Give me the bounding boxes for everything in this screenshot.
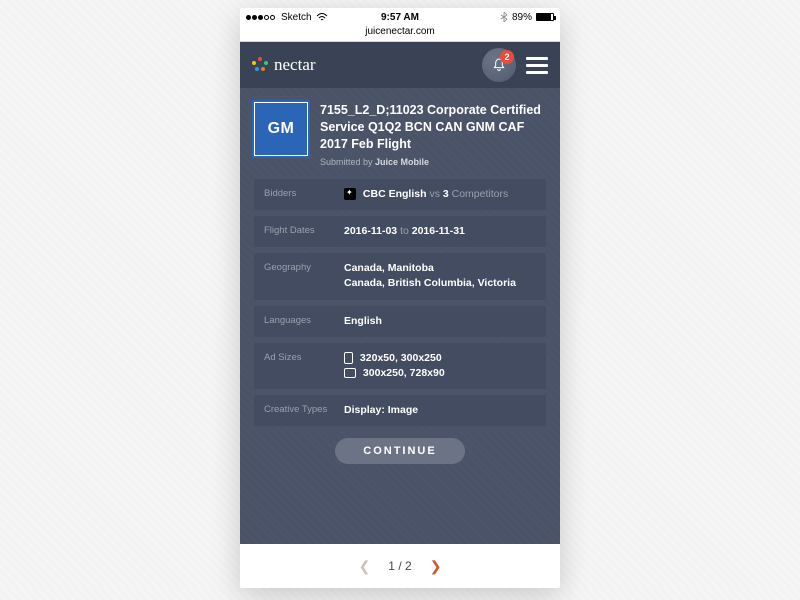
campaign-card: GM 7155_L2_D;11023 Corporate Certified S… [240, 88, 560, 544]
row-label: Languages [264, 314, 344, 326]
notification-badge: 2 [500, 50, 514, 64]
row-geography: Geography Canada, Manitoba Canada, Briti… [254, 253, 546, 299]
bidder-count: 3 [443, 188, 449, 200]
languages-value: English [344, 315, 382, 327]
bidder-suffix: Competitors [452, 188, 509, 200]
row-creative-types: Creative Types Display: Image [254, 395, 546, 426]
brand[interactable]: nectar [252, 55, 316, 75]
notifications-button[interactable]: 2 [482, 48, 516, 82]
bidder-name: CBC English [363, 188, 427, 200]
row-label: Geography [264, 261, 344, 273]
row-value: English [344, 314, 536, 329]
detail-rows: Bidders CBC English vs 3 Competitors Fli… [254, 179, 546, 427]
device-frame: Sketch 9:57 AM 89% juicenectar.com necta… [240, 8, 560, 588]
geo-line2: Canada, British Columbia, Victoria [344, 277, 516, 289]
row-label: Creative Types [264, 403, 344, 415]
card-header: GM 7155_L2_D;11023 Corporate Certified S… [254, 102, 546, 167]
date-mid: to [400, 225, 409, 237]
statusbar-time: 9:57 AM [240, 12, 560, 23]
pager-sep: / [398, 559, 401, 573]
row-value: 2016-11-03 to 2016-11-31 [344, 224, 536, 239]
bidder-icon [344, 188, 356, 200]
title-block: 7155_L2_D;11023 Corporate Certified Serv… [320, 102, 546, 167]
row-value: 320x50, 300x250 300x250, 728x90 [344, 351, 536, 381]
row-value: Canada, Manitoba Canada, British Columbi… [344, 261, 536, 291]
submitted-author: Juice Mobile [375, 157, 429, 167]
bidder-vs: vs [429, 188, 440, 200]
geo-line1: Canada, Manitoba [344, 262, 434, 274]
brand-name: nectar [274, 55, 316, 75]
url-bar: juicenectar.com [240, 26, 560, 42]
ios-status-bar: Sketch 9:57 AM 89% [240, 8, 560, 26]
row-ad-sizes: Ad Sizes 320x50, 300x250 300x250, 728x90 [254, 343, 546, 389]
pager: ❮ 1 / 2 ❯ [240, 544, 560, 588]
pager-current: 1 [388, 559, 395, 573]
advertiser-logo: GM [254, 102, 308, 156]
row-value: Display: Image [344, 403, 536, 418]
row-value: CBC English vs 3 Competitors [344, 187, 536, 202]
submitted-prefix: Submitted by [320, 157, 373, 167]
submitted-by: Submitted by Juice Mobile [320, 157, 546, 167]
tablet-icon [344, 368, 356, 378]
menu-button[interactable] [526, 53, 548, 78]
row-label: Ad Sizes [264, 351, 344, 363]
pager-next[interactable]: ❯ [430, 558, 442, 575]
creative-value: Display: Image [344, 404, 418, 416]
pager-prev[interactable]: ❮ [359, 558, 371, 575]
pager-status: 1 / 2 [388, 559, 411, 573]
app-bar: nectar 2 [240, 42, 560, 88]
battery-icon [536, 13, 554, 21]
adsizes-line2: 300x250, 728x90 [363, 367, 445, 379]
brand-logo-icon [252, 57, 268, 73]
row-bidders: Bidders CBC English vs 3 Competitors [254, 179, 546, 210]
adsizes-line1: 320x50, 300x250 [360, 352, 442, 364]
row-label: Flight Dates [264, 224, 344, 236]
row-label: Bidders [264, 187, 344, 199]
row-languages: Languages English [254, 306, 546, 337]
date-start: 2016-11-03 [344, 225, 397, 237]
campaign-title: 7155_L2_D;11023 Corporate Certified Serv… [320, 102, 546, 153]
row-flight-dates: Flight Dates 2016-11-03 to 2016-11-31 [254, 216, 546, 247]
phone-icon [344, 352, 353, 364]
pager-total: 2 [405, 559, 412, 573]
date-end: 2016-11-31 [412, 225, 465, 237]
continue-button[interactable]: CONTINUE [335, 438, 464, 464]
